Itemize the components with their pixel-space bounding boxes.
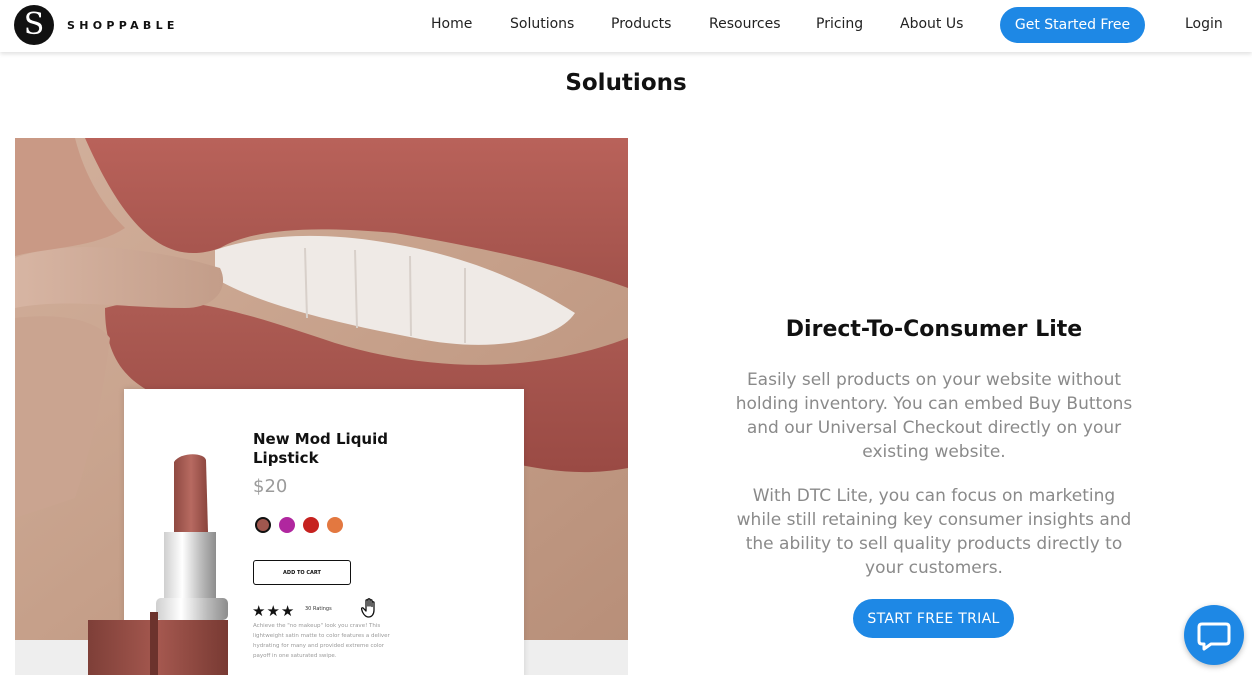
- shoppable-logo-icon[interactable]: S: [14, 5, 54, 45]
- swatch-red[interactable]: [303, 517, 319, 533]
- get-started-free-button[interactable]: Get Started Free: [1000, 7, 1145, 43]
- chat-bubble-icon[interactable]: [1184, 605, 1244, 665]
- add-to-cart-button[interactable]: ADD TO CART: [253, 560, 351, 585]
- start-free-trial-button[interactable]: START FREE TRIAL: [853, 599, 1014, 638]
- section-paragraph-2: With DTC Lite, you can focus on marketin…: [736, 486, 1132, 578]
- swatch-orange[interactable]: [327, 517, 343, 533]
- swatch-magenta[interactable]: [279, 517, 295, 533]
- ratings-count: 30 Ratings: [305, 606, 332, 612]
- section-paragraph-1: Easily sell products on your website wit…: [735, 370, 1133, 462]
- product-price: $20: [253, 476, 288, 497]
- brand-wordmark[interactable]: SHOPPABLE: [67, 19, 179, 32]
- nav-about-us[interactable]: About Us: [900, 16, 963, 32]
- login-link[interactable]: Login: [1185, 16, 1223, 32]
- logo-letter: S: [23, 7, 45, 42]
- hand-pointer-icon: [360, 598, 377, 622]
- nav-home[interactable]: Home: [431, 16, 472, 32]
- page-title: Solutions: [565, 70, 687, 96]
- product-description: Achieve the "no makeup" look you crave! …: [253, 623, 390, 659]
- nav-pricing[interactable]: Pricing: [816, 16, 863, 32]
- site-header: S SHOPPABLE Home Solutions Products Reso…: [0, 0, 1252, 52]
- lipstick-product-image: [88, 454, 228, 675]
- nav-solutions[interactable]: Solutions: [510, 16, 574, 32]
- rating-stars: ★★★: [252, 602, 296, 620]
- swatch-nude[interactable]: [255, 517, 271, 533]
- nav-resources[interactable]: Resources: [709, 16, 781, 32]
- section-title: Direct-To-Consumer Lite: [785, 317, 1083, 342]
- chat-glyph: [1197, 622, 1231, 651]
- product-title: New Mod Liquid Lipstick: [253, 430, 388, 467]
- nav-products[interactable]: Products: [611, 16, 671, 32]
